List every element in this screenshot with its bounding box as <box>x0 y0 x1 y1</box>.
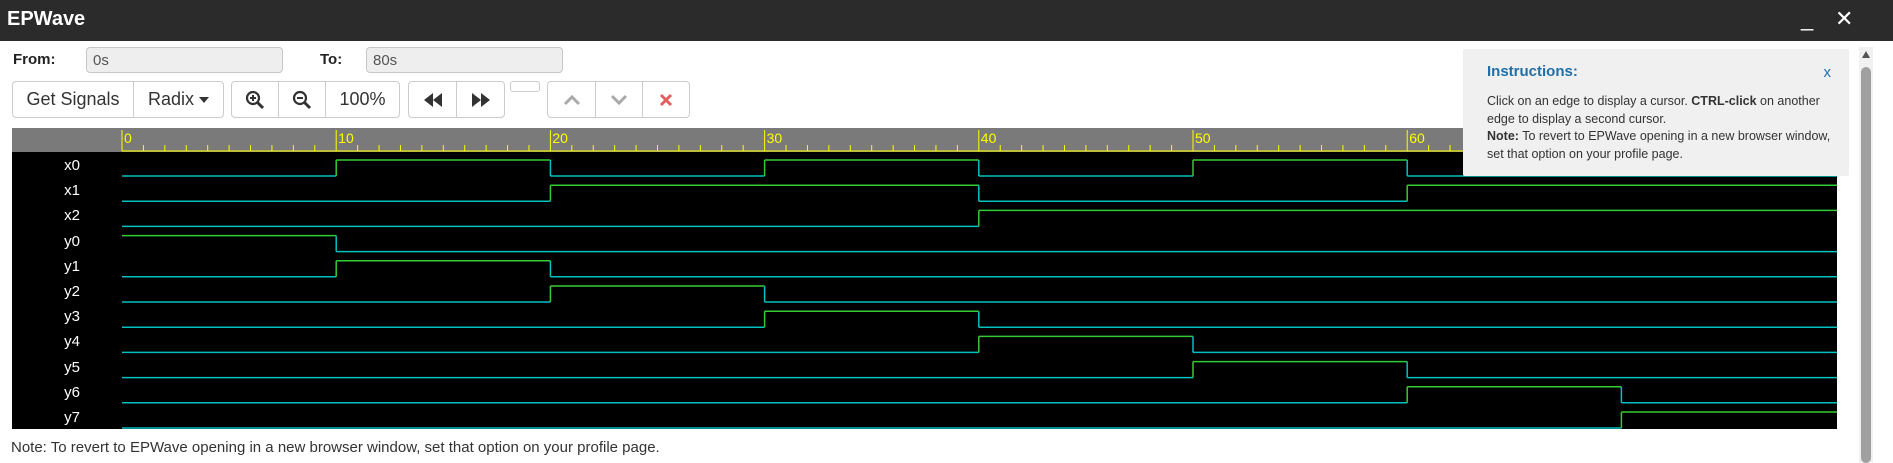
signal-name[interactable]: x2 <box>12 207 80 224</box>
ruler-tick-label: 20 <box>552 130 568 146</box>
caret-down-icon <box>199 96 210 103</box>
signal-name[interactable]: y0 <box>12 233 80 250</box>
ruler-tick-label: 50 <box>1195 130 1211 146</box>
footer-note: Note: To revert to EPWave opening in a n… <box>11 439 660 456</box>
navigate-button-group <box>408 81 505 118</box>
signal-name[interactable]: y3 <box>12 308 80 325</box>
zoom-out-icon <box>292 90 312 109</box>
instructions-text: Click on an edge to display a cursor. <box>1487 94 1692 108</box>
zoom-in-icon <box>245 90 265 109</box>
close-icon <box>659 93 673 106</box>
ruler-tick-label: 0 <box>124 130 132 146</box>
title-bar: EPWave _ ✕ <box>0 0 1893 41</box>
instructions-heading: Instructions: <box>1487 63 1578 80</box>
to-label: To: <box>320 51 343 68</box>
signal-name[interactable]: y1 <box>12 258 80 275</box>
instructions-close-button[interactable]: x <box>1824 64 1832 81</box>
rewind-button[interactable] <box>409 82 457 117</box>
signal-name[interactable]: y4 <box>12 333 80 350</box>
signal-name[interactable]: x0 <box>12 157 80 174</box>
zoom-out-button[interactable] <box>279 82 326 117</box>
clear-cursor-button[interactable] <box>643 82 689 117</box>
next-edge-button[interactable] <box>596 82 643 117</box>
to-input[interactable]: 80s <box>366 47 563 73</box>
zoom-level-button[interactable]: 100% <box>326 82 399 117</box>
instructions-note-label: Note: <box>1487 129 1519 143</box>
minimize-button[interactable]: _ <box>1801 6 1813 32</box>
signals-button-group: Get Signals Radix <box>12 81 224 118</box>
signal-name[interactable]: x1 <box>12 182 80 199</box>
fast-forward-button[interactable] <box>457 82 504 117</box>
app-title: EPWave <box>7 8 86 30</box>
get-signals-button[interactable]: Get Signals <box>13 82 134 117</box>
radix-label: Radix <box>147 89 195 109</box>
instructions-panel: Instructions: x Click on an edge to disp… <box>1463 49 1849 176</box>
zoom-in-button[interactable] <box>232 82 279 117</box>
radix-button[interactable]: Radix <box>134 82 223 117</box>
close-window-button[interactable]: ✕ <box>1835 6 1853 32</box>
fast-forward-icon <box>471 92 490 107</box>
from-input[interactable]: 0s <box>86 47 283 73</box>
instructions-note-text: To revert to EPWave opening in a new bro… <box>1487 129 1831 161</box>
zoom-button-group: 100% <box>231 81 400 118</box>
ruler-tick-label: 30 <box>767 130 783 146</box>
signal-name[interactable]: y5 <box>12 359 80 376</box>
signal-name[interactable]: y2 <box>12 283 80 300</box>
blank-button[interactable] <box>510 81 540 92</box>
vertical-scrollbar[interactable] <box>1859 47 1873 463</box>
from-label: From: <box>13 51 56 68</box>
chevron-up-icon <box>563 94 580 105</box>
ruler-tick-label: 60 <box>1409 130 1425 146</box>
ruler-tick-label: 40 <box>981 130 997 146</box>
signal-name[interactable]: y6 <box>12 384 80 401</box>
instructions-ctrl-click: CTRL-click <box>1691 94 1757 108</box>
instructions-body: Click on an edge to display a cursor. CT… <box>1487 93 1835 163</box>
ruler-tick-label: 10 <box>338 130 354 146</box>
previous-edge-button[interactable] <box>548 82 596 117</box>
cursor-button-group <box>547 81 690 118</box>
scrollbar-thumb[interactable] <box>1861 67 1871 463</box>
signal-name[interactable]: y7 <box>12 409 80 426</box>
chevron-down-icon <box>610 94 628 105</box>
scroll-up-icon[interactable] <box>1862 51 1870 58</box>
rewind-icon <box>423 92 442 107</box>
